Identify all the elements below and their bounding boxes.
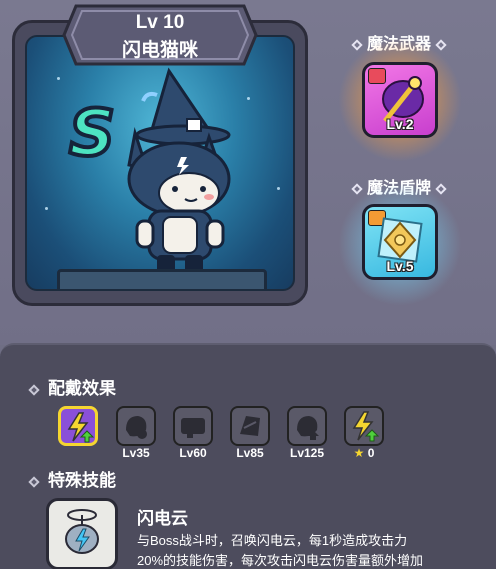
star-count: 0 — [367, 446, 375, 460]
lightning-up-icon — [352, 411, 380, 442]
effect-label-4: Lv85 — [236, 446, 264, 460]
effect-slot-3[interactable] — [173, 406, 213, 446]
effect-slot-6[interactable] — [344, 406, 384, 446]
diamond-icon — [435, 39, 447, 51]
diamond-icon — [351, 39, 363, 51]
skill-icon-slot[interactable] — [46, 498, 118, 569]
magic-shield-slot[interactable]: Lv.5 — [362, 204, 438, 280]
sparkle — [57, 77, 60, 80]
effect-label-6: ★ 0 — [336, 446, 392, 460]
locked-effect-icon — [126, 416, 147, 439]
skill-name: 闪电云 — [137, 509, 188, 528]
character-portrait: S — [25, 35, 295, 291]
locked-effect-icon — [181, 418, 205, 438]
locked-effect-icon — [240, 416, 260, 436]
sparkle — [277, 187, 280, 190]
sparkle — [45, 207, 48, 210]
character-level: Lv 10 — [135, 12, 185, 33]
effect-slot-4[interactable] — [230, 406, 270, 446]
character-name: 闪电猫咪 — [121, 40, 198, 61]
diamond-icon — [351, 183, 363, 195]
effect-label-2: Lv35 — [122, 446, 150, 460]
effect-label-5: Lv125 — [289, 446, 325, 460]
star-icon: ★ — [353, 446, 365, 460]
diamond-icon — [28, 475, 40, 488]
wear-effects-title-text: 配戴效果 — [48, 379, 116, 398]
effect-slot-5[interactable] — [287, 406, 327, 446]
diamond-icon — [28, 383, 40, 396]
character-stage — [57, 269, 267, 289]
special-skill-title-text: 特殊技能 — [48, 471, 116, 490]
cat-wizard-icon — [127, 67, 231, 273]
diamond-icon — [435, 183, 447, 195]
lightning-cloud-icon — [65, 509, 99, 554]
shield-level: Lv.5 — [386, 258, 414, 274]
effect-slot-2[interactable] — [116, 406, 156, 446]
skill-description-line-1: 与Boss战斗时，召唤闪电云，每1秒造成攻击力 — [137, 533, 408, 548]
locked-effect-icon — [297, 416, 319, 440]
effect-label-3: Lv60 — [179, 446, 207, 460]
lightning-up-icon — [67, 412, 95, 443]
skill-description-line-2: 20%的技能伤害，每次攻击闪电云伤害量额外增加 — [137, 553, 424, 568]
weapon-level: Lv.2 — [386, 116, 414, 132]
magic-weapon-slot[interactable]: Lv.2 — [362, 62, 438, 138]
wear-effects-title: 配戴效果 — [28, 374, 116, 399]
special-skill-title: 特殊技能 — [28, 466, 116, 491]
effect-slot-1[interactable] — [58, 406, 98, 446]
title-plate: Lv 10 闪电猫咪 — [62, 4, 258, 66]
